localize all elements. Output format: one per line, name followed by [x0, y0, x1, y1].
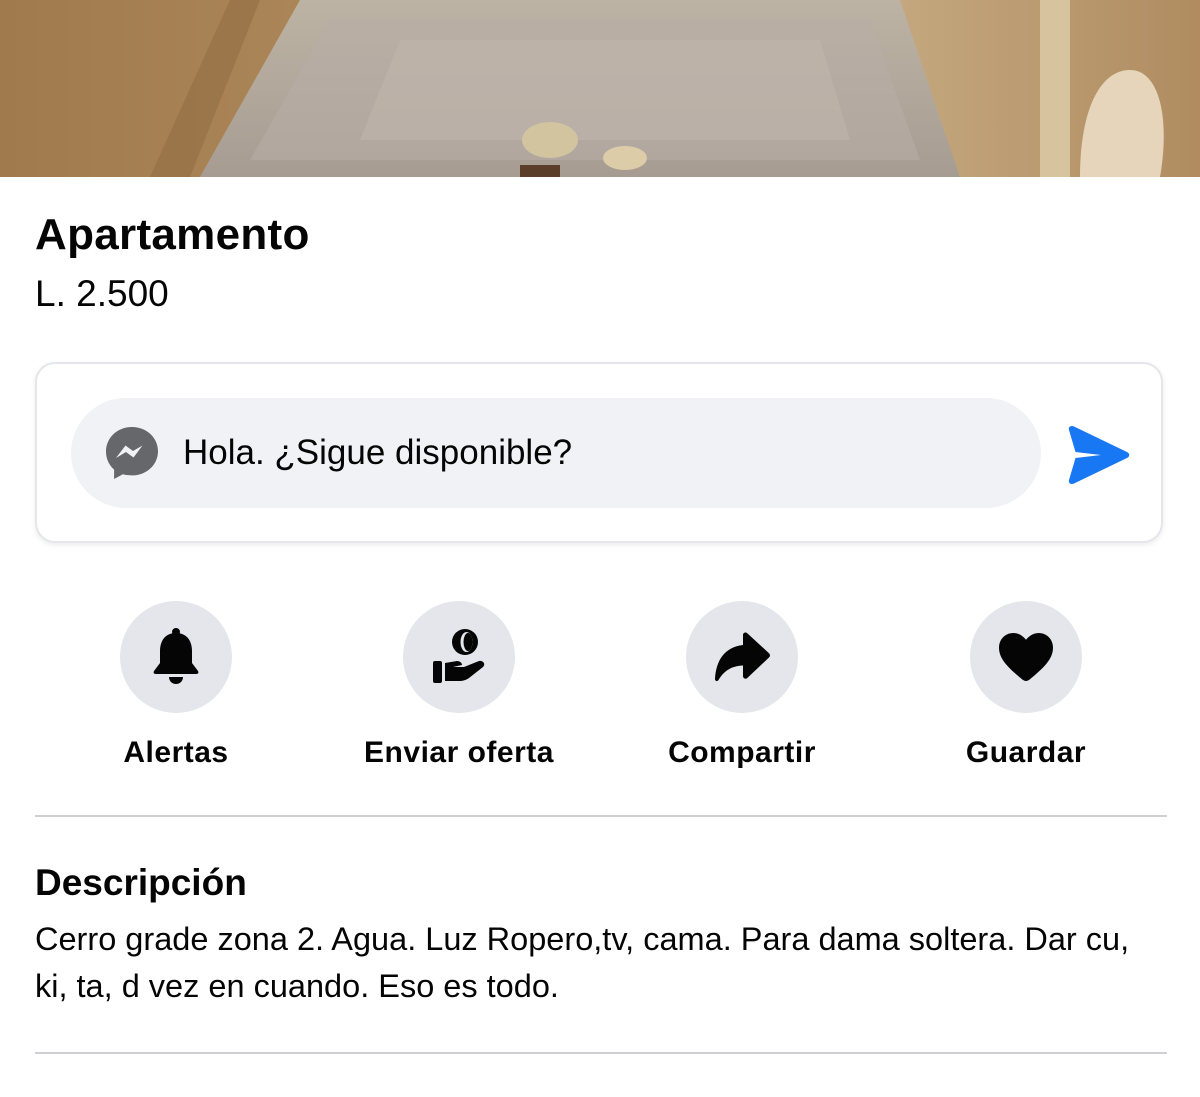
share-button[interactable]: Compartir — [612, 601, 872, 773]
save-button-circle — [970, 601, 1082, 713]
message-input[interactable]: Hola. ¿Sigue disponible? — [71, 398, 1041, 508]
share-icon — [715, 632, 770, 682]
send-icon[interactable] — [1065, 422, 1131, 488]
description-heading: Descripción — [35, 862, 247, 903]
alerts-button-circle — [120, 601, 232, 713]
save-button[interactable]: Guardar — [896, 601, 1156, 773]
message-card: Hola. ¿Sigue disponible? — [35, 362, 1163, 543]
share-button-circle — [686, 601, 798, 713]
listing-price: L. 2.500 — [35, 273, 169, 314]
alerts-label: Alertas — [123, 736, 229, 769]
alerts-button[interactable]: Alertas — [46, 601, 306, 773]
send-offer-button[interactable]: Enviar oferta — [329, 601, 589, 773]
offer-icon — [433, 629, 485, 683]
send-offer-label: Enviar oferta — [364, 736, 554, 769]
listing-page: Apartamento L. 2.500 Hola. ¿Sigue dispon… — [0, 0, 1200, 1097]
share-label: Compartir — [668, 736, 816, 769]
bottom-divider — [35, 1052, 1167, 1054]
send-offer-button-circle — [403, 601, 515, 713]
section-divider — [35, 815, 1167, 817]
messenger-icon — [106, 427, 158, 479]
listing-photo-image — [0, 0, 1200, 177]
action-bar: Alertas Enviar oferta Compartir Guardar — [0, 601, 1200, 781]
description-body: Cerro grade zona 2. Agua. Luz Ropero,tv,… — [35, 921, 1130, 1004]
message-text: Hola. ¿Sigue disponible? — [183, 433, 573, 472]
heart-icon — [999, 633, 1053, 681]
bell-icon — [153, 628, 199, 684]
listing-title: Apartamento — [35, 210, 310, 259]
save-label: Guardar — [965, 736, 1087, 769]
listing-photo[interactable] — [0, 0, 1200, 177]
